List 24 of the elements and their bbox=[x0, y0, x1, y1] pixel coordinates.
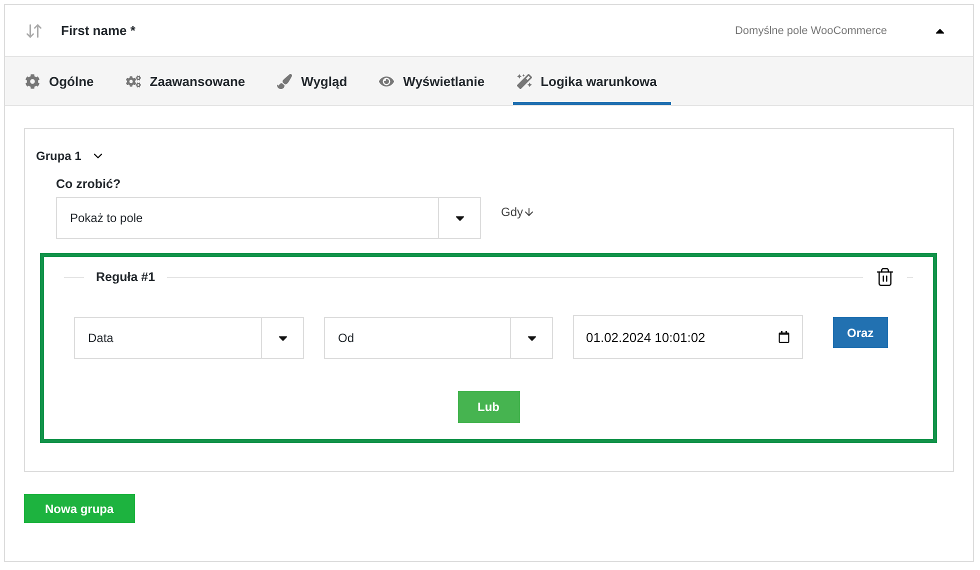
and-button[interactable]: Oraz bbox=[833, 317, 888, 348]
field-title: First name * bbox=[61, 23, 136, 38]
tab[interactable]: Ogólne bbox=[21, 57, 108, 105]
wand-icon bbox=[516, 74, 532, 88]
action-select[interactable]: Pokaż to pole bbox=[56, 197, 481, 239]
tab[interactable]: Wygląd bbox=[273, 57, 362, 105]
operator-select[interactable]: Od bbox=[324, 317, 553, 359]
rule-title: Reguła #1 bbox=[96, 270, 156, 284]
field-select[interactable]: Data bbox=[74, 317, 304, 359]
down-arrow-icon bbox=[523, 206, 536, 218]
date-input[interactable]: 01.02.2024 10:01:02 bbox=[573, 315, 803, 359]
tab[interactable]: Logika warunkowa bbox=[512, 57, 671, 105]
eye-icon bbox=[379, 74, 394, 88]
gear-icon bbox=[25, 74, 40, 88]
gears-icon bbox=[126, 74, 141, 88]
brush-icon bbox=[277, 74, 292, 88]
tab[interactable]: Zaawansowane bbox=[122, 57, 260, 105]
group-title: Grupa 1 bbox=[36, 149, 82, 163]
trash-icon[interactable] bbox=[875, 267, 895, 287]
when-label: Gdy bbox=[501, 205, 536, 219]
calendar-icon[interactable] bbox=[778, 331, 790, 343]
tab[interactable]: Wyświetlanie bbox=[375, 57, 499, 105]
action-label: Co zrobić? bbox=[56, 177, 122, 191]
field-source: Domyślne pole WooCommerce bbox=[734, 24, 887, 36]
